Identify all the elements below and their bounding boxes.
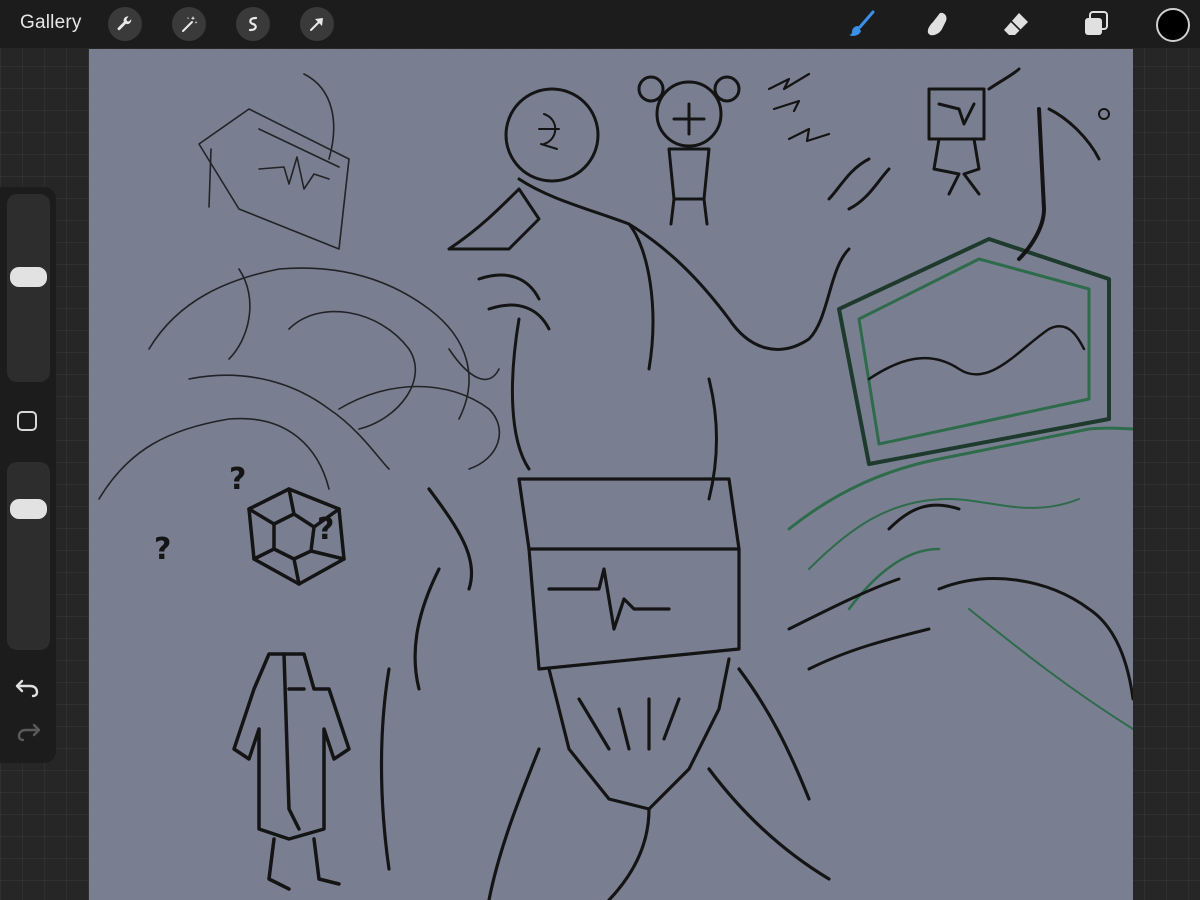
magic-wand-icon bbox=[182, 16, 198, 32]
redo-button[interactable] bbox=[14, 719, 42, 743]
undo-icon bbox=[15, 679, 39, 698]
brush-size-slider[interactable] bbox=[7, 194, 50, 382]
brush-tool-button[interactable] bbox=[844, 6, 880, 42]
layers-icon bbox=[1085, 11, 1108, 35]
opacity-thumb[interactable] bbox=[10, 499, 47, 519]
transform-button[interactable] bbox=[300, 7, 334, 41]
question-mark-right: ? bbox=[317, 512, 334, 547]
eraser-icon bbox=[1004, 13, 1028, 35]
brush-size-thumb[interactable] bbox=[10, 267, 47, 287]
brush-icon bbox=[849, 10, 875, 36]
layers-button[interactable] bbox=[1078, 6, 1114, 42]
sketch-artwork: ? ? ? bbox=[98, 67, 1133, 900]
eraser-tool-button[interactable] bbox=[998, 6, 1034, 42]
bear-character-sketch bbox=[637, 75, 741, 226]
coin-sketch bbox=[504, 87, 600, 183]
question-mark-left: ? bbox=[154, 532, 171, 567]
color-picker-button[interactable] bbox=[1156, 8, 1190, 42]
modify-button[interactable] bbox=[17, 411, 37, 431]
monitor-head-sketch-1 bbox=[98, 73, 501, 500]
monitor-head-figure-sketch bbox=[379, 477, 831, 900]
gallery-button[interactable]: Gallery bbox=[20, 12, 82, 34]
smudge-icon bbox=[927, 12, 947, 36]
smudge-tool-button[interactable] bbox=[920, 6, 956, 42]
green-monitor-head-sketch bbox=[787, 107, 1133, 730]
selection-icon bbox=[248, 16, 258, 32]
left-sidebar bbox=[0, 187, 56, 763]
redo-icon bbox=[17, 723, 41, 742]
top-toolbar: Gallery bbox=[0, 0, 1200, 48]
gem-head-character-sketch bbox=[232, 487, 351, 891]
selection-button[interactable] bbox=[236, 7, 270, 41]
wrench-icon bbox=[117, 16, 132, 31]
transform-arrow-icon bbox=[310, 18, 323, 31]
actions-button[interactable] bbox=[108, 7, 142, 41]
adjustments-button[interactable] bbox=[172, 7, 206, 41]
undo-button[interactable] bbox=[14, 675, 42, 699]
tv-figure-small-sketch bbox=[927, 67, 1021, 196]
opacity-slider[interactable] bbox=[7, 462, 50, 650]
question-mark-top: ? bbox=[229, 462, 246, 497]
drawing-canvas[interactable]: ? ? ? bbox=[89, 49, 1133, 900]
